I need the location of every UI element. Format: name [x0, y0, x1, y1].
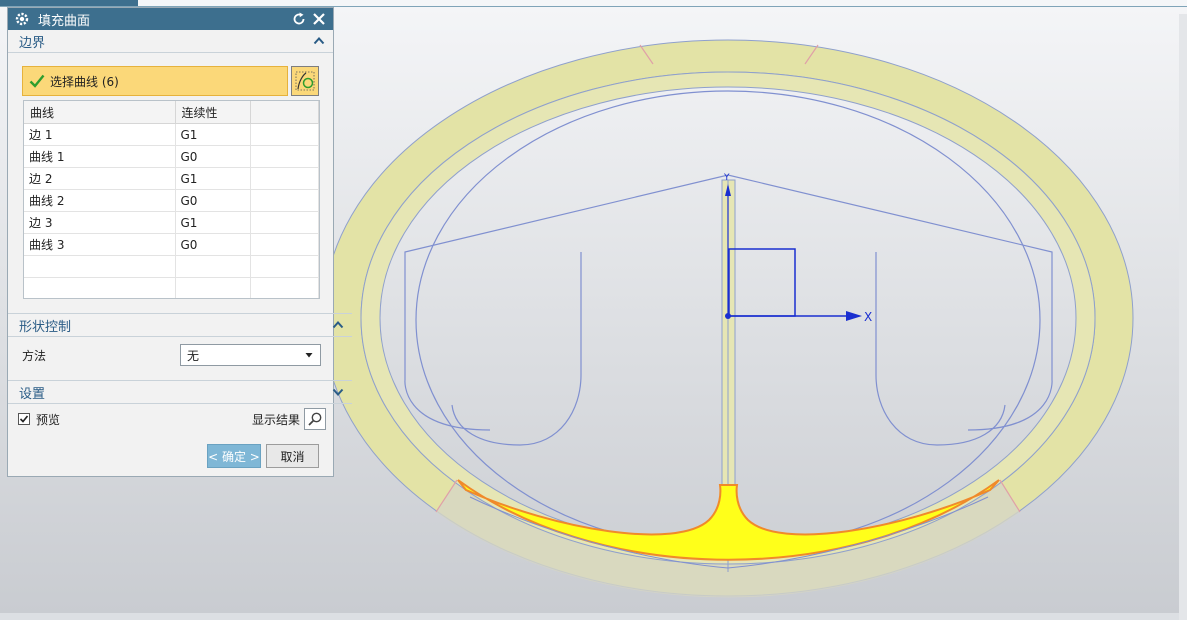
- table-row-empty: [24, 255, 319, 278]
- cell-curve: 曲线 1: [24, 145, 176, 168]
- fill-surface-dialog: 填充曲面 边界 选择曲线 (6) 曲线 连续性 边 1 G1 曲线 1 G0 边…: [7, 7, 352, 477]
- chevron-up-icon[interactable]: [332, 319, 344, 331]
- show-result-button[interactable]: [304, 408, 326, 430]
- cell-extra: [250, 123, 319, 146]
- cell-extra: [250, 145, 319, 168]
- preview-label: 预览: [36, 412, 61, 427]
- cell-curve: 边 2: [24, 167, 176, 190]
- dialog-title: 填充曲面: [38, 13, 91, 29]
- show-result-label: 显示结果: [251, 412, 300, 427]
- curve-select-icon: [295, 71, 315, 91]
- cell-continuity[interactable]: G1: [175, 167, 251, 190]
- cell-continuity: [175, 277, 251, 298]
- cell-extra: [250, 211, 319, 234]
- table-row[interactable]: 边 3 G1: [24, 211, 319, 234]
- magnifier-icon: [308, 412, 322, 426]
- cell-curve: [24, 255, 176, 278]
- reset-icon[interactable]: [291, 11, 307, 27]
- shape-control-section-title: 形状控制: [19, 319, 72, 335]
- cancel-button[interactable]: 取消: [266, 444, 319, 468]
- select-curve-row[interactable]: 选择曲线 (6): [22, 66, 288, 96]
- chevron-up-icon[interactable]: [313, 35, 325, 47]
- curve-list-table[interactable]: 曲线 连续性 边 1 G1 曲线 1 G0 边 2 G1 曲线 2 G0 边 3 G1 曲…: [23, 100, 320, 299]
- cell-continuity[interactable]: G1: [175, 123, 251, 146]
- preview-row: 预览 显示结果: [18, 406, 326, 432]
- cell-continuity[interactable]: G0: [175, 233, 251, 256]
- boundary-section-title: 边界: [19, 35, 46, 51]
- select-curve-label: 选择曲线 (6): [50, 74, 119, 89]
- wcs-origin[interactable]: [725, 313, 731, 319]
- curve-rule-button[interactable]: [291, 66, 319, 96]
- cell-curve: [24, 277, 176, 298]
- table-header-row: 曲线 连续性: [24, 101, 319, 124]
- cell-extra: [250, 189, 319, 212]
- ok-button[interactable]: < 确定 >: [207, 444, 261, 468]
- checkbox-check-icon: [19, 415, 29, 423]
- settings-section-title: 设置: [19, 386, 46, 402]
- settings-section-header[interactable]: 设置: [8, 380, 352, 404]
- table-row[interactable]: 曲线 1 G0: [24, 145, 319, 168]
- cell-curve: 边 3: [24, 211, 176, 234]
- table-row[interactable]: 曲线 2 G0: [24, 189, 319, 212]
- cell-extra: [250, 255, 319, 278]
- method-dropdown[interactable]: 无: [180, 344, 321, 366]
- cell-continuity[interactable]: G0: [175, 189, 251, 212]
- boundary-section-header[interactable]: 边界: [8, 30, 333, 53]
- table-row-empty: [24, 277, 319, 298]
- wcs-x-label: X: [864, 310, 872, 324]
- dropdown-arrow-icon: [305, 353, 313, 358]
- column-header-continuity[interactable]: 连续性: [175, 101, 251, 124]
- table-row[interactable]: 曲线 3 G0: [24, 233, 319, 256]
- method-dropdown-value: 无: [187, 348, 200, 363]
- table-row[interactable]: 边 1 G1: [24, 123, 319, 146]
- table-row[interactable]: 边 2 G1: [24, 167, 319, 190]
- method-label: 方法: [22, 348, 47, 363]
- gear-icon[interactable]: [14, 11, 30, 27]
- method-row: 方法 无: [22, 342, 322, 368]
- top-strip: [0, 0, 1187, 7]
- active-tab-stub[interactable]: [0, 0, 138, 6]
- column-header-curve[interactable]: 曲线: [24, 101, 176, 124]
- cell-extra: [250, 167, 319, 190]
- dialog-title-bar[interactable]: 填充曲面: [8, 8, 333, 30]
- close-icon[interactable]: [311, 11, 327, 27]
- column-header-extra[interactable]: [250, 101, 319, 124]
- cell-continuity: [175, 255, 251, 278]
- cell-extra: [250, 233, 319, 256]
- cell-continuity[interactable]: G1: [175, 211, 251, 234]
- checkmark-icon: [29, 74, 45, 88]
- shape-control-section-header[interactable]: 形状控制: [8, 313, 352, 337]
- cell-curve: 边 1: [24, 123, 176, 146]
- cell-curve: 曲线 2: [24, 189, 176, 212]
- viewport-right-edge: [1179, 14, 1187, 620]
- chevron-down-icon[interactable]: [332, 386, 344, 398]
- preview-checkbox[interactable]: [18, 413, 30, 425]
- cell-extra: [250, 277, 319, 298]
- cell-continuity[interactable]: G0: [175, 145, 251, 168]
- cell-curve: 曲线 3: [24, 233, 176, 256]
- wcs-y-label: Y: [723, 173, 730, 183]
